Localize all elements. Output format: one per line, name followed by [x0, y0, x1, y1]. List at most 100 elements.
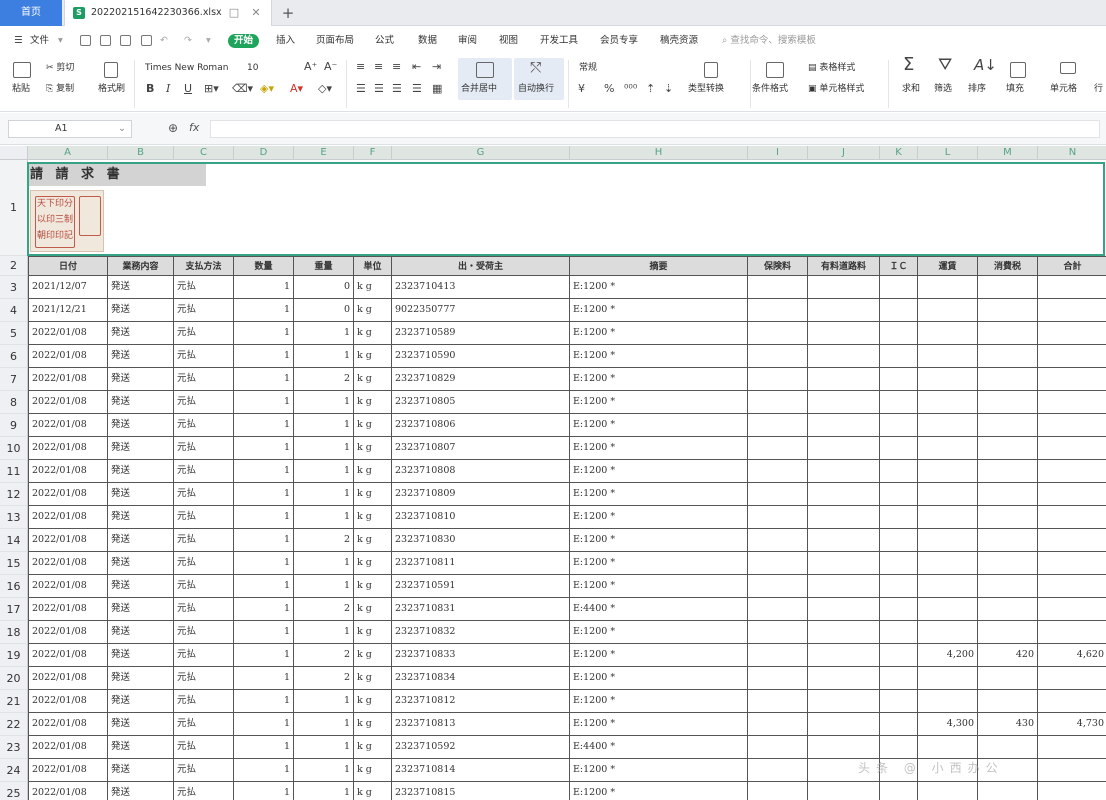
table-cell[interactable] — [1038, 460, 1106, 483]
table-cell[interactable]: 発送 — [108, 322, 174, 345]
table-cell[interactable] — [1038, 575, 1106, 598]
table-cell[interactable]: 発送 — [108, 391, 174, 414]
column-header-b[interactable]: B — [108, 146, 174, 160]
thousands-icon[interactable]: ⁰⁰⁰ — [624, 82, 637, 96]
table-cell[interactable] — [1038, 368, 1106, 391]
indent-right-icon[interactable]: ⇥ — [432, 60, 441, 74]
table-header-cell[interactable]: 数量 — [234, 256, 294, 276]
row-header[interactable]: 22 — [0, 713, 28, 736]
table-cell[interactable] — [978, 667, 1038, 690]
table-cell[interactable]: 1 — [294, 713, 354, 736]
table-cell[interactable]: 発送 — [108, 552, 174, 575]
row-header[interactable]: 8 — [0, 391, 28, 414]
table-cell[interactable]: 2022/01/08 — [28, 713, 108, 736]
export-pdf-icon[interactable] — [141, 35, 152, 46]
row-header[interactable]: 18 — [0, 621, 28, 644]
table-cell[interactable] — [1038, 782, 1106, 800]
table-cell[interactable]: k g — [354, 690, 392, 713]
table-header-cell[interactable]: 業務内容 — [108, 256, 174, 276]
table-cell[interactable] — [880, 276, 918, 299]
table-cell[interactable] — [880, 667, 918, 690]
table-cell[interactable] — [748, 736, 808, 759]
table-cell[interactable]: E:1200 * — [570, 552, 748, 575]
table-cell[interactable]: k g — [354, 460, 392, 483]
table-header-cell[interactable]: 合計 — [1038, 256, 1106, 276]
table-cell[interactable]: 発送 — [108, 368, 174, 391]
table-cell[interactable]: 元払 — [174, 506, 234, 529]
table-cell[interactable] — [748, 598, 808, 621]
menu-tab-developer[interactable]: 开发工具 — [540, 34, 578, 48]
table-cell[interactable]: 2323710830 — [392, 529, 570, 552]
row-header[interactable]: 23 — [0, 736, 28, 759]
table-cell[interactable]: 発送 — [108, 736, 174, 759]
row-header[interactable]: 7 — [0, 368, 28, 391]
table-header-cell[interactable]: 出・受荷主 — [392, 256, 570, 276]
row-header[interactable]: 20 — [0, 667, 28, 690]
table-cell[interactable]: 2323710413 — [392, 276, 570, 299]
table-cell[interactable] — [748, 667, 808, 690]
select-all-corner[interactable] — [0, 146, 28, 160]
table-cell[interactable] — [880, 368, 918, 391]
table-cell[interactable] — [880, 437, 918, 460]
table-cell[interactable]: 2 — [294, 368, 354, 391]
column-header-j[interactable]: J — [808, 146, 880, 160]
table-cell[interactable]: 1 — [294, 552, 354, 575]
row-col-button[interactable]: 行 — [1094, 83, 1103, 95]
menu-tab-resources[interactable]: 稿壳资源 — [660, 34, 698, 48]
table-cell[interactable]: 発送 — [108, 598, 174, 621]
table-cell[interactable] — [748, 782, 808, 800]
table-cell[interactable] — [808, 299, 880, 322]
row-header[interactable]: 11 — [0, 460, 28, 483]
table-cell[interactable]: 1 — [234, 575, 294, 598]
cut-button[interactable]: ✂ 剪切 — [46, 62, 74, 74]
table-cell[interactable]: E:1200 * — [570, 368, 748, 391]
table-cell[interactable]: E:1200 * — [570, 644, 748, 667]
table-cell[interactable] — [1038, 299, 1106, 322]
table-header-cell[interactable]: 摘要 — [570, 256, 748, 276]
table-cell[interactable]: 元払 — [174, 621, 234, 644]
table-cell[interactable]: k g — [354, 759, 392, 782]
table-cell[interactable] — [918, 437, 978, 460]
menu-tab-formulas[interactable]: 公式 — [375, 34, 394, 48]
table-cell[interactable]: 2 — [294, 644, 354, 667]
table-cell[interactable] — [918, 345, 978, 368]
table-cell[interactable]: 1 — [294, 506, 354, 529]
table-cell[interactable]: k g — [354, 736, 392, 759]
spreadsheet-grid[interactable]: ABCDEFGHIJKLMN 1 2 3 4 5 6 7 8 9 10 11 12 13 14 15 16 17… — [0, 146, 1106, 800]
fill-button[interactable]: 填充 — [1006, 83, 1024, 95]
table-cell[interactable] — [748, 506, 808, 529]
table-cell[interactable] — [880, 644, 918, 667]
table-cell[interactable]: 1 — [234, 621, 294, 644]
table-cell[interactable]: k g — [354, 437, 392, 460]
table-cell[interactable] — [918, 460, 978, 483]
table-cell[interactable]: 1 — [234, 483, 294, 506]
table-cell[interactable]: E:1200 * — [570, 414, 748, 437]
paste-icon[interactable] — [13, 62, 31, 78]
table-cell[interactable] — [748, 345, 808, 368]
table-cell[interactable]: 2022/01/08 — [28, 437, 108, 460]
column-header-a[interactable]: A — [28, 146, 108, 160]
clear-format-icon[interactable]: ⌫▾ — [232, 82, 253, 96]
table-cell[interactable]: 元払 — [174, 644, 234, 667]
table-cell[interactable]: 1 — [234, 368, 294, 391]
quick-access-more-icon[interactable]: ▾ — [206, 34, 211, 48]
column-header-k[interactable]: K — [880, 146, 918, 160]
table-cell[interactable]: 発送 — [108, 483, 174, 506]
document-tab[interactable]: S 20220215164223036​6.xlsx □ ✕ — [64, 0, 272, 26]
table-cell[interactable]: 1 — [234, 437, 294, 460]
table-cell[interactable]: 2323710832 — [392, 621, 570, 644]
table-cell[interactable]: 元払 — [174, 414, 234, 437]
table-cell[interactable] — [978, 598, 1038, 621]
column-header-f[interactable]: F — [354, 146, 392, 160]
column-header-m[interactable]: M — [978, 146, 1038, 160]
table-cell[interactable]: 1 — [234, 552, 294, 575]
table-cell[interactable] — [1038, 759, 1106, 782]
table-cell[interactable]: 発送 — [108, 759, 174, 782]
table-cell[interactable] — [880, 391, 918, 414]
table-cell[interactable]: 元払 — [174, 345, 234, 368]
table-cell[interactable] — [880, 414, 918, 437]
row-header[interactable]: 3 — [0, 276, 28, 299]
table-cell[interactable] — [918, 667, 978, 690]
table-cell[interactable]: 元払 — [174, 460, 234, 483]
table-cell[interactable]: 2 — [294, 529, 354, 552]
